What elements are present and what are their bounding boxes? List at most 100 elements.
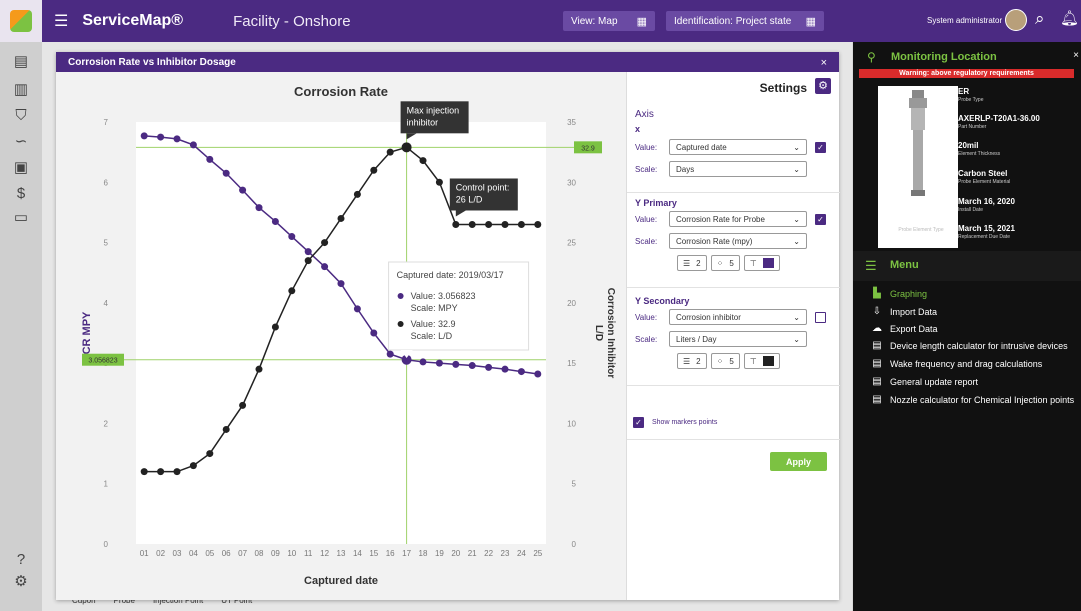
value-label: Value: <box>635 142 658 152</box>
bell-icon[interactable]: 🔔︎ <box>1060 9 1079 27</box>
x-tick-label: 10 <box>287 549 296 558</box>
series-1-point <box>517 368 525 376</box>
series-1-point <box>485 363 493 371</box>
scale-label: Scale: <box>635 164 658 174</box>
y-tick-label: 0 <box>104 540 109 549</box>
x-checkbox[interactable]: ✓ <box>815 141 826 153</box>
view-selector[interactable]: View: Map ▦ <box>563 11 655 31</box>
spec-item: Carbon Steel Probe Element Material <box>945 169 1010 185</box>
series-1-point <box>370 329 378 337</box>
menu-header[interactable]: ☰ Menu <box>853 251 1081 281</box>
x-tick-label: 22 <box>484 549 493 558</box>
calendar-icon[interactable]: ▣ <box>11 158 31 178</box>
menu-item-device-length[interactable]: ▤ Device length calculator for intrusive … <box>871 340 1067 351</box>
color-picker[interactable]: ⊤ <box>743 353 780 369</box>
series-1-point <box>419 358 427 366</box>
app-logo[interactable] <box>0 0 42 42</box>
dollar-icon[interactable]: $ <box>11 184 31 204</box>
show-markers-option[interactable]: ✓ Show markers points <box>633 417 717 428</box>
y-tick-label: 7 <box>104 118 109 127</box>
warning-banner: Warning: above regulatory requirements <box>859 69 1074 78</box>
menu-item-wake-frequency[interactable]: ▤ Wake frequency and drag calculations <box>871 358 1042 369</box>
series-1-point <box>435 359 443 367</box>
marker-size-control[interactable]: ⁘ 5 <box>710 255 740 271</box>
series-2-point <box>337 214 345 222</box>
document-icon: ▤ <box>872 340 882 351</box>
map-icon[interactable]: ▤ <box>11 52 31 72</box>
divider <box>627 385 840 386</box>
menu-item-import-data[interactable]: ⇩ Import Data <box>871 306 937 317</box>
chart-area: Corrosion Rate Captured date CR MPY Corrosi… <box>56 72 626 600</box>
apply-button[interactable]: Apply <box>770 452 827 471</box>
menu-item-graphing[interactable]: ▙ Graphing <box>871 288 927 299</box>
series-1-point <box>353 305 361 313</box>
monitoring-location-panel: ⚲ Monitoring Location × Warning: above r… <box>853 42 1081 611</box>
y-secondary-checkbox[interactable] <box>815 311 826 323</box>
y-axis-label: CR MPY <box>81 311 93 354</box>
corrosion-chart[interactable]: Corrosion Rate Captured date CR MPY Corrosi… <box>56 72 626 600</box>
tooltip-item1-value: Value: 3.056823 <box>411 291 476 301</box>
color-picker[interactable]: ⊤ <box>743 255 780 271</box>
divider <box>627 439 840 440</box>
show-markers-checkbox[interactable]: ✓ <box>633 417 644 428</box>
shield-icon[interactable]: ⛉ <box>11 106 31 126</box>
x-scale-select[interactable]: Days ⌄ <box>669 161 807 177</box>
close-icon[interactable]: × <box>1073 50 1079 61</box>
y2-tick-label: 35 <box>567 118 576 127</box>
bar-chart-icon: ▙ <box>873 288 881 299</box>
y-primary-value-select[interactable]: Corrosion Rate for Probe ⌄ <box>669 211 807 227</box>
y2-tick-label: 25 <box>567 239 576 248</box>
scale-label: Scale: <box>635 334 658 344</box>
x-tick-label: 25 <box>533 549 542 558</box>
spec-item: ER Probe Type <box>945 87 983 103</box>
route-icon[interactable]: ∽ <box>11 132 31 152</box>
spec-value: March 15, 2021 <box>958 224 1015 233</box>
menu-item-general-report[interactable]: ▤ General update report <box>871 376 978 387</box>
series-2-point <box>386 148 394 156</box>
series-2-point <box>401 142 412 153</box>
chart-icon[interactable]: ▥ <box>11 80 31 100</box>
y-secondary-scale-text: Liters / Day <box>676 334 717 344</box>
series-2-point <box>534 220 542 228</box>
marker-dots-icon: ⁘ <box>716 258 724 268</box>
paint-roller-icon: ⊤ <box>749 356 757 366</box>
x-value-select[interactable]: Captured date ⌄ <box>669 139 807 155</box>
series-2-point <box>140 468 148 476</box>
settings-gear-icon[interactable]: ⚙ <box>815 78 831 94</box>
tooltip-title: Captured date: 2019/03/17 <box>397 270 504 280</box>
menu-item-export-data[interactable]: ☁ Export Data <box>871 323 938 334</box>
series-1-point <box>468 362 476 370</box>
marker-size-control[interactable]: ⁘ 5 <box>710 353 740 369</box>
x-axis-label: Captured date <box>304 575 378 587</box>
tooltip-series-1-dot <box>397 293 404 299</box>
y-secondary-scale-select[interactable]: Liters / Day ⌄ <box>669 331 807 347</box>
x-tick-label: 18 <box>419 549 428 558</box>
chevron-down-icon: ⌄ <box>793 214 800 224</box>
avatar[interactable] <box>1005 9 1027 31</box>
y-primary-scale-select[interactable]: Corrosion Rate (mpy) ⌄ <box>669 233 807 249</box>
identification-selector[interactable]: Identification: Project state ▦ <box>666 11 824 31</box>
document-icon: ▤ <box>872 358 882 369</box>
axis-heading: Axis <box>635 109 654 120</box>
hamburger-menu-icon[interactable]: ☰ <box>54 11 68 31</box>
series-1-point <box>140 132 148 140</box>
line-width-control[interactable]: ☰ 2 <box>677 255 707 271</box>
menu-item-nozzle-calculator[interactable]: ▤ Nozzle calculator for Chemical Injectio… <box>871 394 1074 405</box>
search-icon[interactable]: ⌕ <box>1035 9 1045 29</box>
help-icon[interactable]: ? <box>11 550 31 570</box>
chart-title: Corrosion Rate <box>294 84 388 99</box>
close-icon[interactable]: × <box>821 57 827 69</box>
y-primary-checkbox[interactable]: ✓ <box>815 213 826 225</box>
spec-value: Carbon Steel <box>958 169 1008 178</box>
settings-gear-icon[interactable]: ⚙ <box>11 572 31 592</box>
spec-value: ER <box>958 87 970 96</box>
y-secondary-value-select[interactable]: Corrosion inhibitor ⌄ <box>669 309 807 325</box>
x-tick-label: 20 <box>451 549 460 558</box>
series-2-point <box>321 239 329 247</box>
line-width-control[interactable]: ☰ 2 <box>677 353 707 369</box>
y2-tick-label: 15 <box>567 359 576 368</box>
folder-icon[interactable]: ▭ <box>11 208 31 228</box>
y2-axis-label: Corrosion Inhibitor <box>605 288 616 379</box>
y-secondary-heading: Y Secondary <box>635 296 690 306</box>
menu-icon: ☰ <box>865 258 877 273</box>
